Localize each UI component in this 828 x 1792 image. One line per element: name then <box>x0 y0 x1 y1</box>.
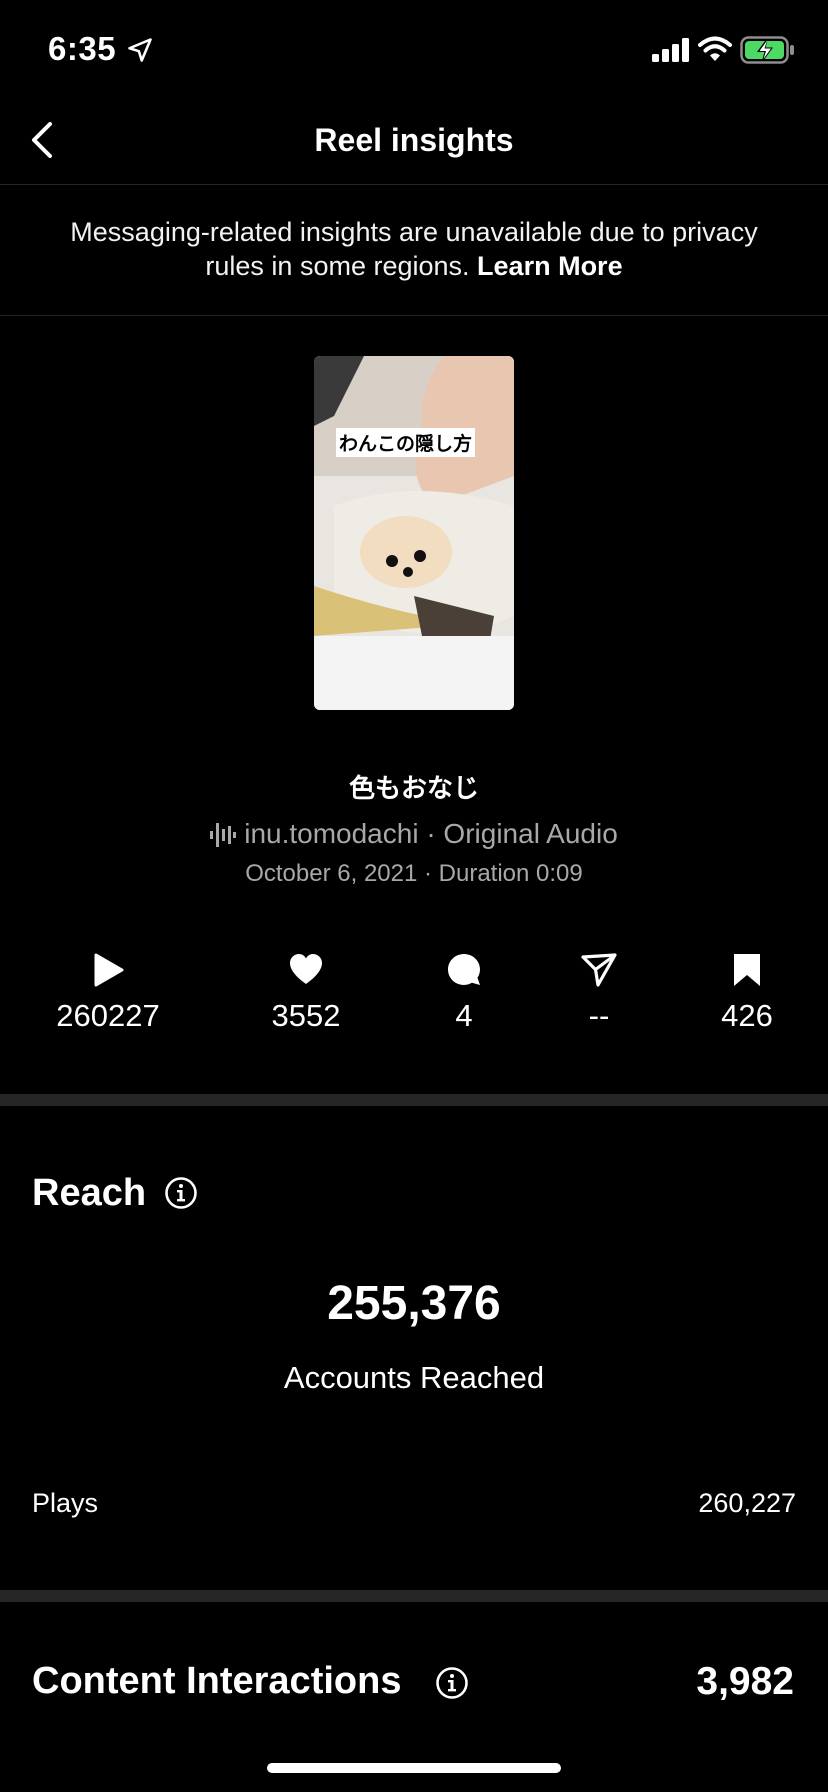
audio-line[interactable]: inu.tomodachi · Original Audio <box>0 818 828 850</box>
accounts-reached-value: 255,376 <box>327 1277 501 1330</box>
stat-plays-value: 260227 <box>56 998 160 1033</box>
share-send-icon <box>581 953 617 987</box>
home-indicator[interactable] <box>267 1763 561 1773</box>
battery-charging-icon <box>740 36 794 64</box>
stat-shares-value: -- <box>588 998 610 1033</box>
content-interactions-value: 3,982 <box>696 1660 794 1703</box>
cellular-signal-icon <box>652 38 689 62</box>
audio-waveform-icon <box>210 823 237 847</box>
play-icon <box>94 953 124 987</box>
notice-message: Messaging-related insights are unavailab… <box>70 217 758 281</box>
audio-text: inu.tomodachi · Original Audio <box>244 818 618 849</box>
section-divider <box>0 1094 828 1106</box>
comment-bubble-icon <box>448 954 480 985</box>
section-divider <box>0 1590 828 1602</box>
page-title: Reel insights <box>314 122 514 158</box>
notice-text-block: Messaging-related insights are unavailab… <box>70 215 758 283</box>
bookmark-icon <box>734 954 760 986</box>
accounts-reached-label: Accounts Reached <box>283 1360 545 1395</box>
plays-label: Plays <box>32 1488 99 1518</box>
stat-saves: 426 <box>667 952 827 1034</box>
learn-more-link[interactable]: Learn More <box>477 251 623 281</box>
nav-header: Reel insights <box>0 96 828 185</box>
reel-meta: October 6, 2021 · Duration 0:09 <box>245 860 583 887</box>
stat-likes: 3552 <box>226 952 386 1034</box>
status-time: 6:35 <box>48 30 117 67</box>
location-arrow-icon <box>128 38 152 62</box>
content-interactions-info-icon[interactable] <box>435 1666 469 1700</box>
thumbnail-caption: わんこの隠し方 <box>336 428 476 457</box>
stat-plays: 260227 <box>28 952 188 1034</box>
stat-shares: -- <box>519 952 679 1034</box>
reel-thumbnail-image <box>314 356 514 710</box>
content-interactions-title: Content Interactions <box>32 1660 402 1702</box>
reach-title: Reach <box>32 1172 147 1214</box>
wifi-icon <box>698 36 732 61</box>
heart-icon <box>290 954 322 984</box>
reel-thumbnail[interactable]: わんこの隠し方 <box>314 356 514 710</box>
stat-saves-value: 426 <box>721 998 773 1033</box>
reach-info-icon[interactable] <box>164 1176 198 1210</box>
privacy-notice: Messaging-related insights are unavailab… <box>0 185 828 316</box>
reel-title: 色もおなじ <box>348 774 479 804</box>
stat-likes-value: 3552 <box>271 998 341 1033</box>
status-bar: 6:35 <box>0 0 828 96</box>
plays-value: 260,227 <box>698 1488 796 1518</box>
